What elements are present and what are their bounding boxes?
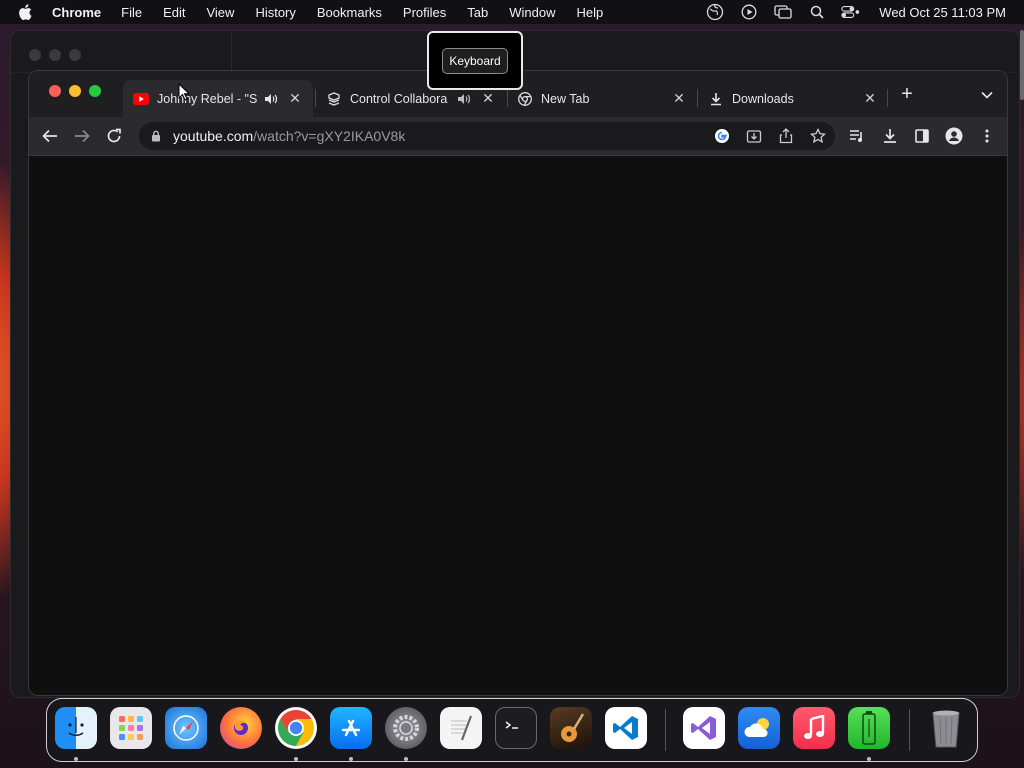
dock-vscode-icon[interactable]	[605, 707, 647, 749]
tab-youtube[interactable]: Johnny Rebel - "S ✕	[123, 80, 313, 117]
dock	[46, 698, 978, 762]
desktop-scrollbar[interactable]	[1020, 30, 1024, 100]
chrome-window: Johnny Rebel - "S ✕ Control Collabora ✕ …	[28, 70, 1008, 696]
running-indicator	[867, 757, 871, 761]
lock-icon[interactable]	[149, 129, 163, 143]
tab-title: New Tab	[541, 91, 590, 106]
spotlight-search-icon[interactable]	[807, 4, 827, 20]
tab-close-icon[interactable]: ✕	[671, 90, 687, 107]
menu-bar-clock[interactable]: Wed Oct 25 11:03 PM	[879, 5, 1006, 20]
menu-help[interactable]: Help	[577, 5, 604, 20]
dock-terminal-icon[interactable]	[495, 707, 537, 749]
dock-separator	[665, 709, 666, 751]
screen-mirroring-icon[interactable]	[773, 4, 793, 20]
menu-view[interactable]: View	[206, 5, 234, 20]
dock-chrome-icon[interactable]	[275, 707, 317, 749]
running-indicator	[74, 757, 78, 761]
running-indicator	[404, 757, 408, 761]
play-circle-icon[interactable]	[739, 4, 759, 20]
menu-history[interactable]: History	[255, 5, 295, 20]
window-minimize-button[interactable]	[69, 85, 81, 97]
background-close-dot[interactable]	[29, 49, 41, 61]
side-panel-icon[interactable]	[912, 126, 932, 146]
menu-bar: Chrome File Edit View History Bookmarks …	[0, 0, 1024, 24]
dock-finder-icon[interactable]	[55, 707, 97, 749]
speaker-icon[interactable]	[263, 91, 279, 107]
url-domain: youtube.com	[173, 128, 254, 144]
browser-toolbar: youtube.com/watch?v=gXY2IKA0V8k	[29, 117, 1007, 155]
dock-weather-icon[interactable]	[738, 707, 780, 749]
background-zoom-dot[interactable]	[69, 49, 81, 61]
tab-title: Johnny Rebel - "S	[157, 91, 258, 106]
address-bar[interactable]: youtube.com/watch?v=gXY2IKA0V8k	[139, 122, 835, 150]
background-divider	[231, 31, 232, 73]
forward-arrow-icon[interactable]	[72, 126, 92, 146]
keyboard-overlay: Keyboard	[427, 31, 523, 90]
running-indicator	[349, 757, 353, 761]
tab-downloads[interactable]: Downloads ✕	[698, 80, 888, 117]
running-indicator	[294, 757, 298, 761]
window-zoom-button[interactable]	[89, 85, 101, 97]
keyboard-overlay-label: Keyboard	[442, 47, 508, 74]
menu-profiles[interactable]: Profiles	[403, 5, 446, 20]
reload-icon[interactable]	[104, 126, 124, 146]
dock-textedit-icon[interactable]	[440, 707, 482, 749]
new-tab-button[interactable]: +	[897, 84, 917, 105]
dock-separator	[909, 709, 910, 751]
url-path: /watch?v=gXY2IKA0V8k	[253, 128, 406, 144]
bookmark-star-icon[interactable]	[809, 127, 827, 145]
install-app-icon[interactable]	[745, 127, 763, 145]
window-close-button[interactable]	[49, 85, 61, 97]
media-controls-icon[interactable]	[847, 126, 867, 146]
puzzle-icon	[326, 91, 342, 107]
profile-avatar-icon[interactable]	[944, 126, 964, 146]
dock-safari-icon[interactable]	[165, 707, 207, 749]
menu-tab[interactable]: Tab	[467, 5, 488, 20]
google-lens-icon[interactable]	[713, 127, 731, 145]
dock-garageband-icon[interactable]	[550, 707, 592, 749]
menu-file[interactable]: File	[121, 5, 142, 20]
mouse-cursor-icon	[178, 83, 190, 101]
page-content-area[interactable]	[29, 155, 1007, 695]
more-menu-icon[interactable]	[977, 126, 997, 146]
menu-bookmarks[interactable]: Bookmarks	[317, 5, 382, 20]
dock-system-settings-icon[interactable]	[385, 707, 427, 749]
tab-close-icon[interactable]: ✕	[287, 90, 303, 107]
dock-launchpad-icon[interactable]	[110, 707, 152, 749]
menu-edit[interactable]: Edit	[163, 5, 185, 20]
dock-app-store-icon[interactable]	[330, 707, 372, 749]
background-minimize-dot[interactable]	[49, 49, 61, 61]
tab-close-icon[interactable]: ✕	[862, 90, 878, 107]
dock-visual-studio-icon[interactable]	[683, 707, 725, 749]
tab-title: Downloads	[732, 91, 794, 106]
menu-bar-status: Wed Oct 25 11:03 PM	[705, 0, 1006, 24]
chevron-down-icon[interactable]	[977, 85, 997, 105]
downloads-icon[interactable]	[880, 126, 900, 146]
chrome-icon	[517, 91, 533, 107]
speaker-icon[interactable]	[456, 91, 472, 107]
apple-menu-icon[interactable]	[18, 4, 34, 20]
dock-trash-icon[interactable]	[925, 707, 967, 749]
control-center-icon[interactable]	[841, 4, 861, 20]
dock-battery-monitor-icon[interactable]	[848, 707, 890, 749]
back-arrow-icon[interactable]	[40, 126, 60, 146]
share-icon[interactable]	[777, 127, 795, 145]
download-icon	[708, 91, 724, 107]
tab-new-tab[interactable]: New Tab ✕	[507, 80, 697, 117]
tab-separator	[887, 89, 888, 107]
tab-title: Control Collabora	[350, 91, 448, 106]
dock-firefox-icon[interactable]	[220, 707, 262, 749]
youtube-icon	[133, 91, 149, 107]
vpn-globe-icon[interactable]	[705, 3, 725, 21]
menu-app-name[interactable]: Chrome	[52, 5, 101, 20]
tab-close-icon[interactable]: ✕	[480, 90, 496, 107]
dock-music-icon[interactable]	[793, 707, 835, 749]
menu-window[interactable]: Window	[509, 5, 555, 20]
